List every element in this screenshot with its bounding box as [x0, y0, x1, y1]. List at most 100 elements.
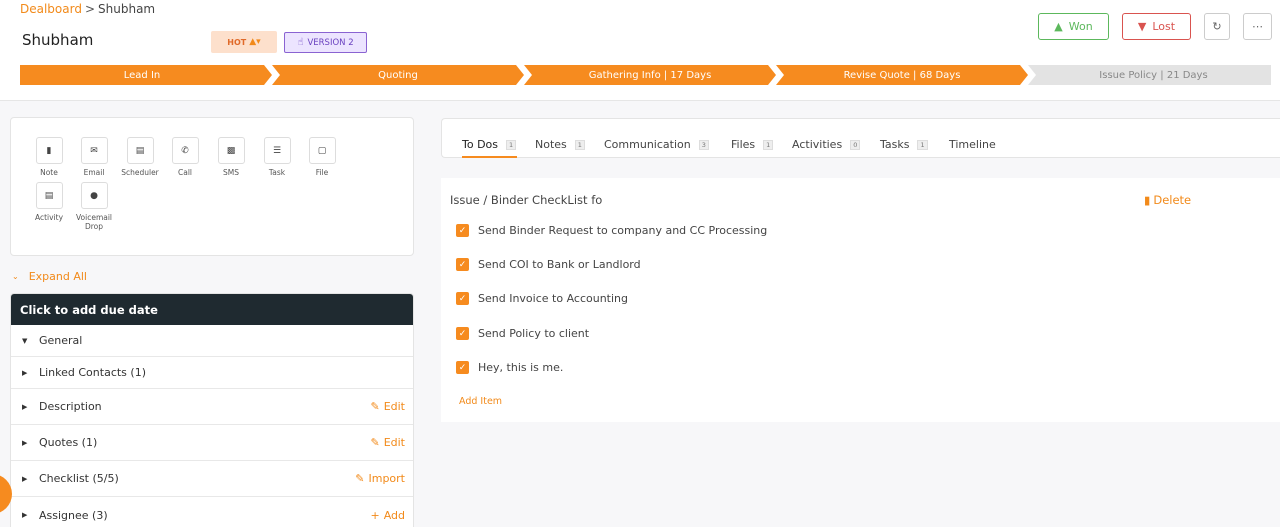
checklist-item-text: Send Binder Request to company and CC Pr… — [478, 224, 768, 237]
assignee-add-button[interactable]: + Add — [370, 509, 405, 522]
action-scheduler-label: Scheduler — [121, 168, 159, 177]
tab-timeline[interactable]: Timeline — [949, 138, 996, 151]
due-date-header[interactable]: Click to add due date — [11, 294, 413, 325]
expand-all-toggle[interactable]: ⌄ Expand All — [12, 270, 87, 283]
accordion-row-assignee[interactable]: ▶ Assignee (3) + Add — [11, 497, 413, 527]
task-icon: ☰ — [263, 137, 291, 164]
stage-issue-policy[interactable]: Issue Policy | 21 Days — [1036, 65, 1271, 85]
add-label: Add — [383, 508, 405, 522]
caret-right-icon: ▶ — [22, 438, 28, 447]
activity-calendar-icon: ▤ — [35, 182, 63, 209]
checklist-delete-button[interactable]: ▮ Delete — [1144, 193, 1191, 207]
stage-lead-in[interactable]: Lead In — [20, 65, 264, 85]
action-activity[interactable]: ▤ Activity — [29, 182, 69, 222]
action-task-label: Task — [268, 168, 286, 177]
pencil-icon: ✎ — [370, 400, 380, 413]
tab-label: Activities — [792, 138, 843, 151]
stage-gathering-info[interactable]: Gathering Info | 17 Days — [532, 65, 768, 85]
breadcrumb-current: Shubham — [98, 2, 156, 16]
stage-quoting[interactable]: Quoting — [280, 65, 516, 85]
breadcrumb: Dealboard > Shubham — [20, 2, 155, 16]
action-scheduler[interactable]: ▤ Scheduler — [120, 137, 160, 177]
tab-todos[interactable]: To Dos 1 — [462, 138, 517, 151]
phone-icon: ✆ — [171, 137, 199, 164]
import-icon: ✎ — [355, 472, 365, 485]
accordion-row-general[interactable]: ▼ General — [11, 325, 413, 357]
breadcrumb-dealboard-link[interactable]: Dealboard — [20, 2, 82, 16]
stage-revise-quote[interactable]: Revise Quote | 68 Days — [784, 65, 1020, 85]
action-sms-label: SMS — [223, 168, 239, 177]
calendar-icon: ▤ — [126, 137, 154, 164]
action-voicemail-label: Voicemail Drop — [75, 213, 113, 231]
accordion-row-description[interactable]: ▶ Description ✎ Edit — [11, 389, 413, 425]
lost-button[interactable]: ▼ Lost — [1122, 13, 1191, 40]
active-tab-indicator — [462, 156, 517, 158]
checked-checkbox[interactable]: ✓ — [456, 258, 469, 271]
deal-details-accordion: Click to add due date ▼ General ▶ Linked… — [10, 293, 414, 527]
microphone-icon: ● — [80, 182, 108, 209]
tab-notes[interactable]: Notes 1 — [535, 138, 585, 151]
lost-label: Lost — [1152, 20, 1176, 33]
description-edit-button[interactable]: ✎ Edit — [370, 400, 405, 413]
accordion-row-quotes[interactable]: ▶ Quotes (1) ✎ Edit — [11, 425, 413, 461]
accordion-row-label: Assignee (3) — [39, 508, 108, 522]
thumbs-down-icon: ▼ — [1137, 20, 1147, 33]
tab-communication[interactable]: Communication 3 — [604, 138, 709, 151]
checklist-item: ✓ Send Binder Request to company and CC P… — [456, 224, 767, 237]
hot-status-dropdown[interactable]: HOT ▲▾ — [211, 31, 277, 53]
action-activity-label: Activity — [34, 213, 64, 222]
won-button[interactable]: ▲ Won — [1038, 13, 1109, 40]
add-item-link[interactable]: Add Item — [459, 396, 502, 407]
quotes-edit-button[interactable]: ✎ Edit — [370, 436, 405, 449]
tab-label: Communication — [604, 138, 691, 151]
action-note[interactable]: ▮ Note — [29, 137, 69, 177]
refresh-button[interactable]: ↻ — [1204, 13, 1230, 40]
action-sms[interactable]: ▩ SMS — [211, 137, 251, 177]
tab-activities[interactable]: Activities 0 — [792, 138, 861, 151]
checklist-item-text: Send COI to Bank or Landlord — [478, 258, 641, 271]
checked-checkbox[interactable]: ✓ — [456, 292, 469, 305]
delete-label: Delete — [1153, 193, 1192, 207]
tab-count-badge: 3 — [698, 139, 709, 150]
more-options-button[interactable]: ⋯ — [1243, 13, 1272, 40]
accordion-row-label: Checklist (5/5) — [39, 472, 119, 485]
quick-actions-panel: ▮ Note ✉ Email ▤ Scheduler ✆ Call ▩ SMS ☰ Task… — [10, 117, 414, 256]
accordion-row-label: Description — [39, 400, 102, 413]
import-label: Import — [368, 472, 405, 485]
won-label: Won — [1068, 20, 1093, 33]
plus-icon: + — [370, 508, 380, 522]
checklist-item: ✓ Send COI to Bank or Landlord — [456, 258, 641, 271]
tab-label: To Dos — [462, 138, 499, 151]
checklist-item-text: Send Invoice to Accounting — [478, 292, 628, 305]
checked-checkbox[interactable]: ✓ — [456, 224, 469, 237]
caret-right-icon: ▶ — [22, 368, 28, 377]
action-call-label: Call — [177, 168, 192, 177]
pipeline-stages: Lead In Quoting Gathering Info | 17 Days… — [20, 65, 1271, 85]
action-call[interactable]: ✆ Call — [165, 137, 205, 177]
tab-count-badge: 1 — [506, 139, 517, 150]
breadcrumb-separator: > — [84, 2, 96, 16]
checklist-item: ✓ Send Invoice to Accounting — [456, 292, 628, 305]
action-voicemail-drop[interactable]: ● Voicemail Drop — [74, 182, 114, 231]
more-icon: ⋯ — [1252, 20, 1263, 33]
checklist-item: ✓ Send Policy to client — [456, 327, 589, 340]
chevron-down-icon: ⌄ — [12, 272, 19, 281]
action-file[interactable]: ▢ File — [302, 137, 342, 177]
action-task[interactable]: ☰ Task — [257, 137, 297, 177]
accordion-row-label: Quotes (1) — [39, 436, 98, 449]
tab-count-badge: 1 — [763, 139, 774, 150]
page-title: Shubham — [22, 31, 94, 49]
checked-checkbox[interactable]: ✓ — [456, 327, 469, 340]
tab-files[interactable]: Files 1 — [731, 138, 774, 151]
version-badge[interactable]: ☝ VERSION 2 — [284, 32, 367, 53]
edit-label: Edit — [383, 436, 405, 449]
tabs-bar: To Dos 1 Notes 1 Communication 3 Files 1 Act… — [441, 118, 1280, 158]
checked-checkbox[interactable]: ✓ — [456, 361, 469, 374]
accordion-row-linked-contacts[interactable]: ▶ Linked Contacts (1) — [11, 357, 413, 389]
caret-right-icon: ▶ — [22, 402, 28, 411]
action-email[interactable]: ✉ Email — [74, 137, 114, 177]
tab-tasks[interactable]: Tasks 1 — [880, 138, 928, 151]
checklist-import-button[interactable]: ✎ Import — [355, 472, 405, 485]
accordion-row-checklist[interactable]: ▶ Checklist (5/5) ✎ Import — [11, 461, 413, 497]
hot-label: HOT — [227, 37, 247, 47]
